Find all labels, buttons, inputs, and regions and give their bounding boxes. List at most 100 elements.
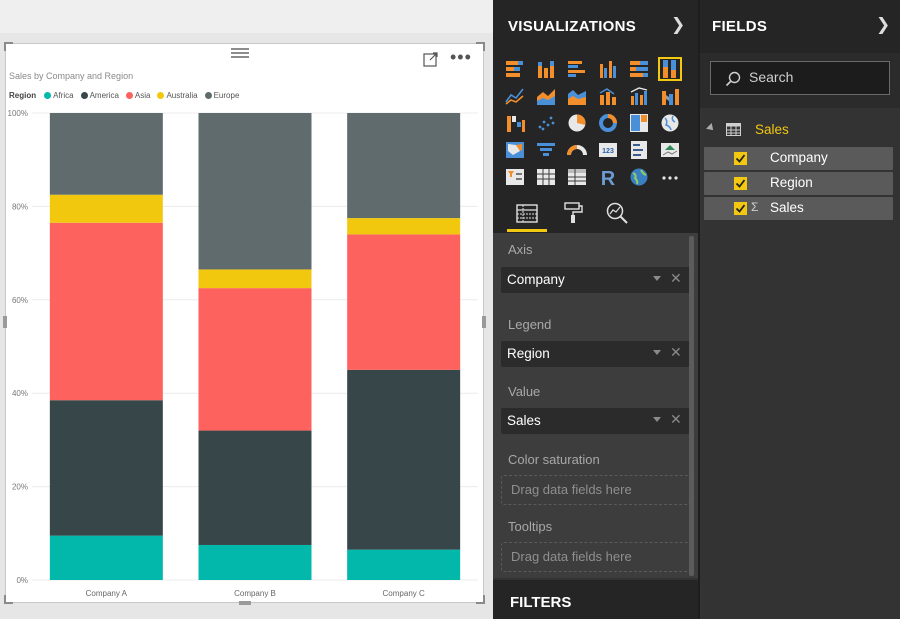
legend-label: Africa — [53, 91, 74, 100]
value-field-dropdown-icon[interactable] — [653, 417, 661, 422]
bar-segment-australia[interactable] — [49, 194, 163, 223]
100-percent-stacked-bar-icon[interactable] — [628, 58, 650, 80]
legend-field-name: Region — [507, 346, 550, 361]
analytics-magnifier-icon[interactable] — [605, 201, 629, 225]
area-chart-icon[interactable] — [535, 85, 557, 107]
fields-title: FIELDS — [712, 18, 768, 35]
bar-segment-asia[interactable] — [198, 288, 312, 431]
legend-item-asia[interactable]: Asia — [125, 91, 150, 100]
value-well-field[interactable]: Sales ✕ — [501, 408, 690, 434]
bar-segment-asia[interactable] — [347, 234, 461, 370]
bar-segment-europe[interactable] — [198, 113, 312, 270]
legend-field-remove-icon[interactable]: ✕ — [670, 344, 682, 361]
globe-map-icon[interactable] — [628, 166, 650, 188]
resize-corner-top-left[interactable] — [4, 42, 13, 51]
value-field-name: Sales — [507, 413, 541, 428]
report-canvas[interactable]: ••• Sales by Company and Region Region A… — [0, 0, 493, 619]
axis-well-field[interactable]: Company ✕ — [501, 267, 690, 293]
color-saturation-drop-zone[interactable]: Drag data fields here — [501, 475, 690, 505]
donut-chart-icon[interactable] — [597, 112, 619, 134]
legend-dot — [80, 92, 88, 99]
bar-segment-europe[interactable] — [49, 113, 163, 195]
stacked-area-chart-icon[interactable] — [566, 85, 588, 107]
bar-segment-africa[interactable] — [198, 544, 312, 580]
svg-text:R: R — [601, 168, 616, 188]
fields-search-input[interactable] — [749, 69, 879, 85]
axis-field-remove-icon[interactable]: ✕ — [670, 270, 682, 287]
more-visuals-icon[interactable] — [659, 166, 681, 188]
line-and-clustered-column-icon[interactable] — [628, 85, 650, 107]
gauge-icon[interactable] — [566, 139, 588, 161]
clustered-bar-chart-icon[interactable] — [566, 58, 588, 80]
legend-item-america[interactable]: America — [80, 91, 119, 100]
field-item-region[interactable]: Region — [704, 172, 893, 195]
r-visual-icon[interactable]: R — [597, 166, 619, 188]
filters-section[interactable]: FILTERS — [493, 580, 698, 619]
map-icon[interactable] — [659, 112, 681, 134]
company-checkbox[interactable] — [734, 152, 747, 165]
treemap-icon[interactable] — [628, 112, 650, 134]
kpi-icon[interactable] — [659, 139, 681, 161]
field-item-sales[interactable]: Σ Sales — [704, 197, 893, 220]
format-paint-roller-icon[interactable] — [561, 201, 585, 225]
stacked-column-chart[interactable]: 0% 20% 40% 60% 80% 100% Company A Company B Comp… — [6, 104, 483, 604]
multi-row-card-icon[interactable] — [628, 139, 650, 161]
legend-well-field[interactable]: Region ✕ — [501, 341, 690, 367]
filled-map-icon[interactable] — [504, 139, 526, 161]
stacked-bar-chart-icon[interactable] — [504, 58, 526, 80]
legend-field-dropdown-icon[interactable] — [653, 350, 661, 355]
pie-chart-icon[interactable] — [566, 112, 588, 134]
fields-tab-icon[interactable] — [515, 201, 539, 225]
bar-segment-africa[interactable] — [347, 549, 461, 580]
legend-item-africa[interactable]: Africa — [44, 91, 74, 100]
drag-grip-icon[interactable] — [231, 48, 249, 58]
fields-search-box[interactable] — [710, 61, 890, 95]
visualizations-scrollbar[interactable] — [689, 236, 694, 576]
sales-checkbox[interactable] — [734, 202, 747, 215]
bar-segment-america[interactable] — [347, 369, 461, 550]
field-item-company[interactable]: Company — [704, 147, 893, 170]
waterfall-chart-icon[interactable] — [504, 112, 526, 134]
region-checkbox[interactable] — [734, 177, 747, 190]
y-tick-label: 100% — [8, 109, 28, 118]
legend-item-europe[interactable]: Europe — [204, 91, 239, 100]
x-tick-label: Company A — [86, 589, 128, 598]
resize-corner-top-right[interactable] — [476, 42, 485, 51]
axis-field-dropdown-icon[interactable] — [653, 276, 661, 281]
chart-visual[interactable]: ••• Sales by Company and Region Region A… — [3, 42, 486, 605]
collapse-fields-chevron-icon[interactable]: ❯ — [876, 15, 890, 35]
value-well-label: Value — [508, 384, 541, 399]
collapse-visualizations-chevron-icon[interactable]: ❯ — [671, 15, 685, 35]
focus-mode-icon[interactable] — [423, 51, 439, 67]
funnel-icon[interactable] — [535, 139, 557, 161]
expand-collapse-icon[interactable] — [706, 123, 716, 133]
bar-segment-australia[interactable] — [347, 218, 461, 235]
svg-text:123: 123 — [602, 148, 614, 155]
matrix-icon[interactable] — [566, 166, 588, 188]
value-field-remove-icon[interactable]: ✕ — [670, 411, 682, 428]
fields-table-sales[interactable]: Sales — [700, 118, 900, 142]
y-tick-label: 20% — [12, 483, 28, 492]
scatter-chart-icon[interactable] — [535, 112, 557, 134]
100-percent-stacked-column-icon[interactable] — [658, 57, 682, 81]
card-icon[interactable]: 123 — [597, 139, 619, 161]
bar-segment-america[interactable] — [198, 430, 312, 545]
axis-field-name: Company — [507, 272, 565, 287]
bar-segment-asia[interactable] — [49, 222, 163, 401]
slicer-icon[interactable] — [504, 166, 526, 188]
stacked-column-chart-icon[interactable] — [535, 58, 557, 80]
line-chart-icon[interactable] — [504, 85, 526, 107]
bar-segment-america[interactable] — [49, 400, 163, 536]
bar-segment-australia[interactable] — [198, 269, 312, 289]
y-tick-label: 60% — [12, 296, 28, 305]
bar-segment-europe[interactable] — [347, 113, 461, 219]
line-and-stacked-column-icon[interactable] — [597, 85, 619, 107]
tooltips-drop-zone[interactable]: Drag data fields here — [501, 542, 690, 572]
bar-segment-africa[interactable] — [49, 535, 163, 580]
legend-item-australia[interactable]: Australia — [157, 91, 198, 100]
more-options-icon[interactable]: ••• — [450, 47, 472, 68]
table-icon[interactable] — [535, 166, 557, 188]
ribbon-chart-icon[interactable] — [659, 85, 681, 107]
clustered-column-chart-icon[interactable] — [597, 58, 619, 80]
visualization-gallery: 123 R — [493, 53, 698, 193]
